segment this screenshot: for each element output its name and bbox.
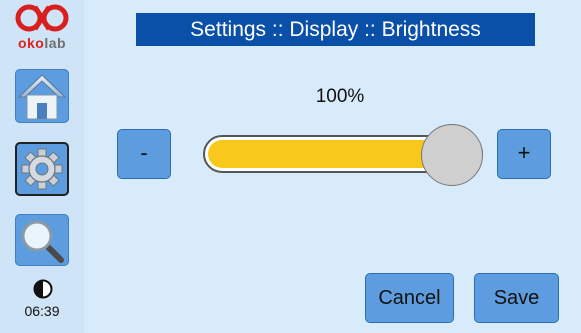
sidebar-item-home[interactable] — [15, 69, 69, 123]
brightness-value: 100% — [315, 86, 365, 107]
gear-icon — [21, 148, 63, 190]
sidebar: okolab 06:39 — [0, 0, 84, 333]
increase-button[interactable]: + — [497, 129, 551, 179]
decrease-button[interactable]: - — [117, 129, 171, 179]
sidebar-item-settings[interactable] — [15, 142, 69, 196]
clock: 06:39 — [24, 303, 60, 319]
save-button[interactable]: Save — [474, 273, 559, 323]
search-icon — [21, 220, 64, 263]
cancel-button[interactable]: Cancel — [365, 273, 454, 323]
logo-mark-icon — [15, 4, 69, 32]
logo-text-prefix: oko — [17, 35, 45, 51]
sidebar-item-search[interactable] — [15, 214, 69, 266]
logo-text: okolab — [14, 35, 70, 51]
brightness-slider-handle[interactable] — [421, 124, 483, 186]
brightness-slider-fill — [208, 140, 454, 168]
contrast-icon[interactable] — [33, 279, 53, 299]
page-title: Settings :: Display :: Brightness — [136, 13, 535, 46]
home-icon — [17, 74, 67, 120]
logo-text-suffix: lab — [44, 35, 67, 51]
okolab-logo: okolab — [14, 2, 70, 54]
